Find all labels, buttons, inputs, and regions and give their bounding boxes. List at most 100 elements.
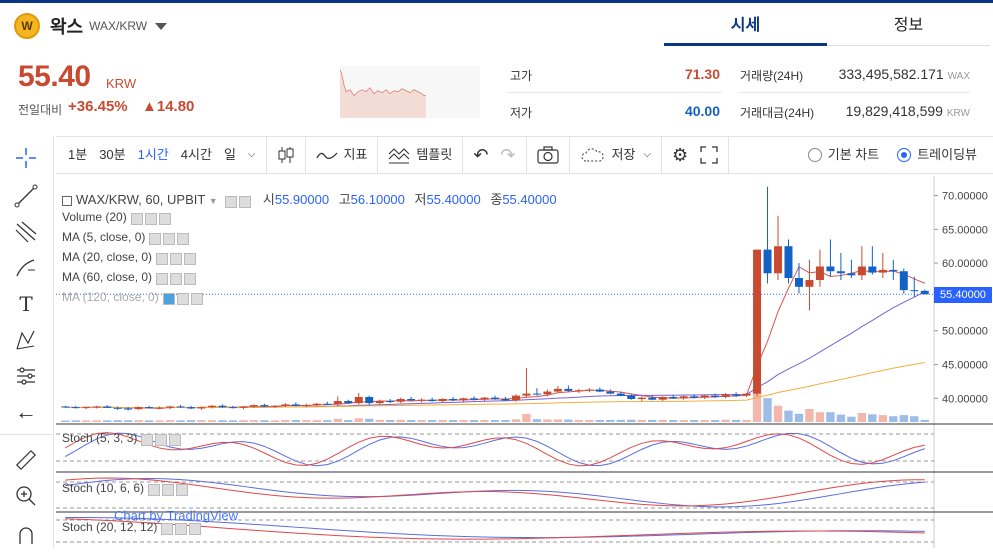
price-chart[interactable]: 70.0000065.0000060.0000055.0000050.00000… [56, 176, 993, 548]
divider [508, 92, 722, 93]
brush-icon[interactable] [12, 254, 40, 282]
tradingview-option[interactable]: 트레이딩뷰 [891, 136, 983, 174]
stoch-legend-2[interactable]: Stoch (10, 6, 6) [62, 481, 190, 496]
zoom-in-icon[interactable] [12, 482, 40, 510]
eye-icon[interactable] [156, 272, 169, 285]
interval-4h[interactable]: 4시간 [175, 136, 218, 174]
sparkline [339, 69, 426, 118]
camera-icon[interactable] [531, 136, 565, 174]
eye-icon[interactable] [225, 195, 238, 208]
save-button[interactable]: 저장 ⌵ [574, 136, 658, 174]
candle-body [637, 397, 646, 400]
last-price-tag: 55.40000 [934, 287, 992, 303]
close-icon[interactable] [158, 212, 171, 225]
candle-type-icon[interactable] [271, 136, 301, 174]
tab-info[interactable]: 정보 [827, 8, 990, 46]
chevron-down-icon[interactable]: ▼ [209, 196, 218, 206]
pitchfork-icon[interactable] [12, 218, 40, 246]
chart-canvas[interactable]: 70.0000065.0000060.0000055.0000050.00000… [56, 176, 993, 548]
gear-icon[interactable] [175, 522, 188, 535]
gear-icon[interactable] [170, 252, 183, 265]
chevron-down-icon[interactable]: ⌵ [242, 136, 262, 174]
candle-body [103, 406, 112, 408]
study-legend-ma120[interactable]: MA (120, close, 0) [62, 290, 205, 305]
study-legend-volume[interactable]: Volume (20) [62, 210, 173, 225]
close-icon[interactable] [189, 522, 202, 535]
close-icon[interactable] [190, 292, 203, 305]
collapse-icon[interactable] [62, 195, 72, 206]
arrow-left-icon[interactable]: ← [12, 398, 40, 426]
save-label: 저장 [611, 147, 636, 162]
gear-icon[interactable] [163, 232, 176, 245]
high-value: 71.30 [684, 66, 720, 82]
volume-bar [669, 420, 678, 422]
eye-icon[interactable] [149, 232, 162, 245]
candle-body [847, 273, 856, 276]
volume-bar [490, 420, 500, 422]
redo-icon[interactable]: ↷ [494, 136, 521, 174]
close-icon[interactable] [184, 252, 197, 265]
gear-icon[interactable] [144, 212, 157, 225]
volume-bar [375, 419, 384, 422]
eye-icon[interactable] [130, 212, 143, 225]
gear-icon[interactable] [170, 272, 183, 285]
volume-bar [165, 420, 175, 422]
volume-bar [406, 420, 416, 422]
candle-body [606, 391, 615, 394]
eye-icon[interactable] [148, 483, 161, 496]
eye-icon[interactable] [141, 433, 154, 446]
coin-selector[interactable]: W 왁스 WAX/KRW [14, 12, 168, 40]
gear-icon[interactable] [176, 292, 189, 305]
study-actions [130, 211, 173, 225]
volume-bar [899, 415, 908, 422]
volume-bar [480, 420, 489, 422]
gear-icon[interactable] [155, 433, 168, 446]
tradingview-watermark[interactable]: Chart by TradingView [114, 508, 238, 523]
fullscreen-icon[interactable] [694, 136, 724, 174]
indicators-button[interactable]: 지표 [310, 136, 374, 174]
candle-body [375, 401, 384, 404]
tab-market-price[interactable]: 시세 [664, 8, 827, 46]
eye-icon[interactable] [162, 292, 175, 305]
crosshair-icon[interactable] [12, 144, 40, 172]
eye-icon[interactable] [156, 252, 169, 265]
candle-body [616, 393, 625, 396]
study-legend-ma5[interactable]: MA (5, close, 0) [62, 230, 191, 245]
close-icon[interactable] [169, 433, 182, 446]
measure-icon[interactable] [12, 362, 40, 390]
volume-bar [616, 419, 625, 422]
gear-icon[interactable] [162, 483, 175, 496]
magnet-icon[interactable] [12, 520, 40, 548]
eye-icon[interactable] [161, 522, 174, 535]
volume-bar [270, 420, 280, 422]
basic-chart-option[interactable]: 기본 차트 [802, 136, 885, 174]
candle-body [281, 404, 290, 406]
interval-1d[interactable]: 일 [218, 136, 242, 174]
study-legend-ma60[interactable]: MA (60, close, 0) [62, 270, 198, 285]
text-tool-icon[interactable]: T [12, 290, 40, 318]
templates-button[interactable]: 템플릿 [382, 136, 458, 174]
candle-body [763, 249, 772, 274]
gear-icon[interactable]: ⚙ [666, 136, 694, 174]
study-legend-ma20[interactable]: MA (20, close, 0) [62, 250, 198, 265]
candle-body [532, 393, 541, 395]
candle-body [690, 396, 699, 398]
candle-body [323, 403, 332, 405]
ruler-icon[interactable] [12, 446, 40, 474]
interval-30m[interactable]: 30분 [93, 136, 131, 174]
candle-body [585, 389, 594, 391]
stoch-legend-1[interactable]: Stoch (5, 3, 3) [62, 431, 183, 446]
pattern-icon[interactable] [12, 326, 40, 354]
close-icon[interactable] [177, 232, 190, 245]
close-icon[interactable] [184, 272, 197, 285]
volume-bar [323, 420, 332, 422]
gear-icon[interactable] [239, 195, 252, 208]
undo-icon[interactable]: ↶ [467, 136, 494, 174]
indicators-label: 지표 [343, 147, 368, 162]
interval-1m[interactable]: 1분 [56, 136, 93, 174]
close-icon[interactable] [176, 483, 189, 496]
candle-body [333, 401, 342, 405]
chevron-down-icon[interactable] [155, 22, 168, 30]
interval-1h[interactable]: 1시간 [132, 136, 175, 174]
trend-line-icon[interactable] [12, 182, 40, 210]
